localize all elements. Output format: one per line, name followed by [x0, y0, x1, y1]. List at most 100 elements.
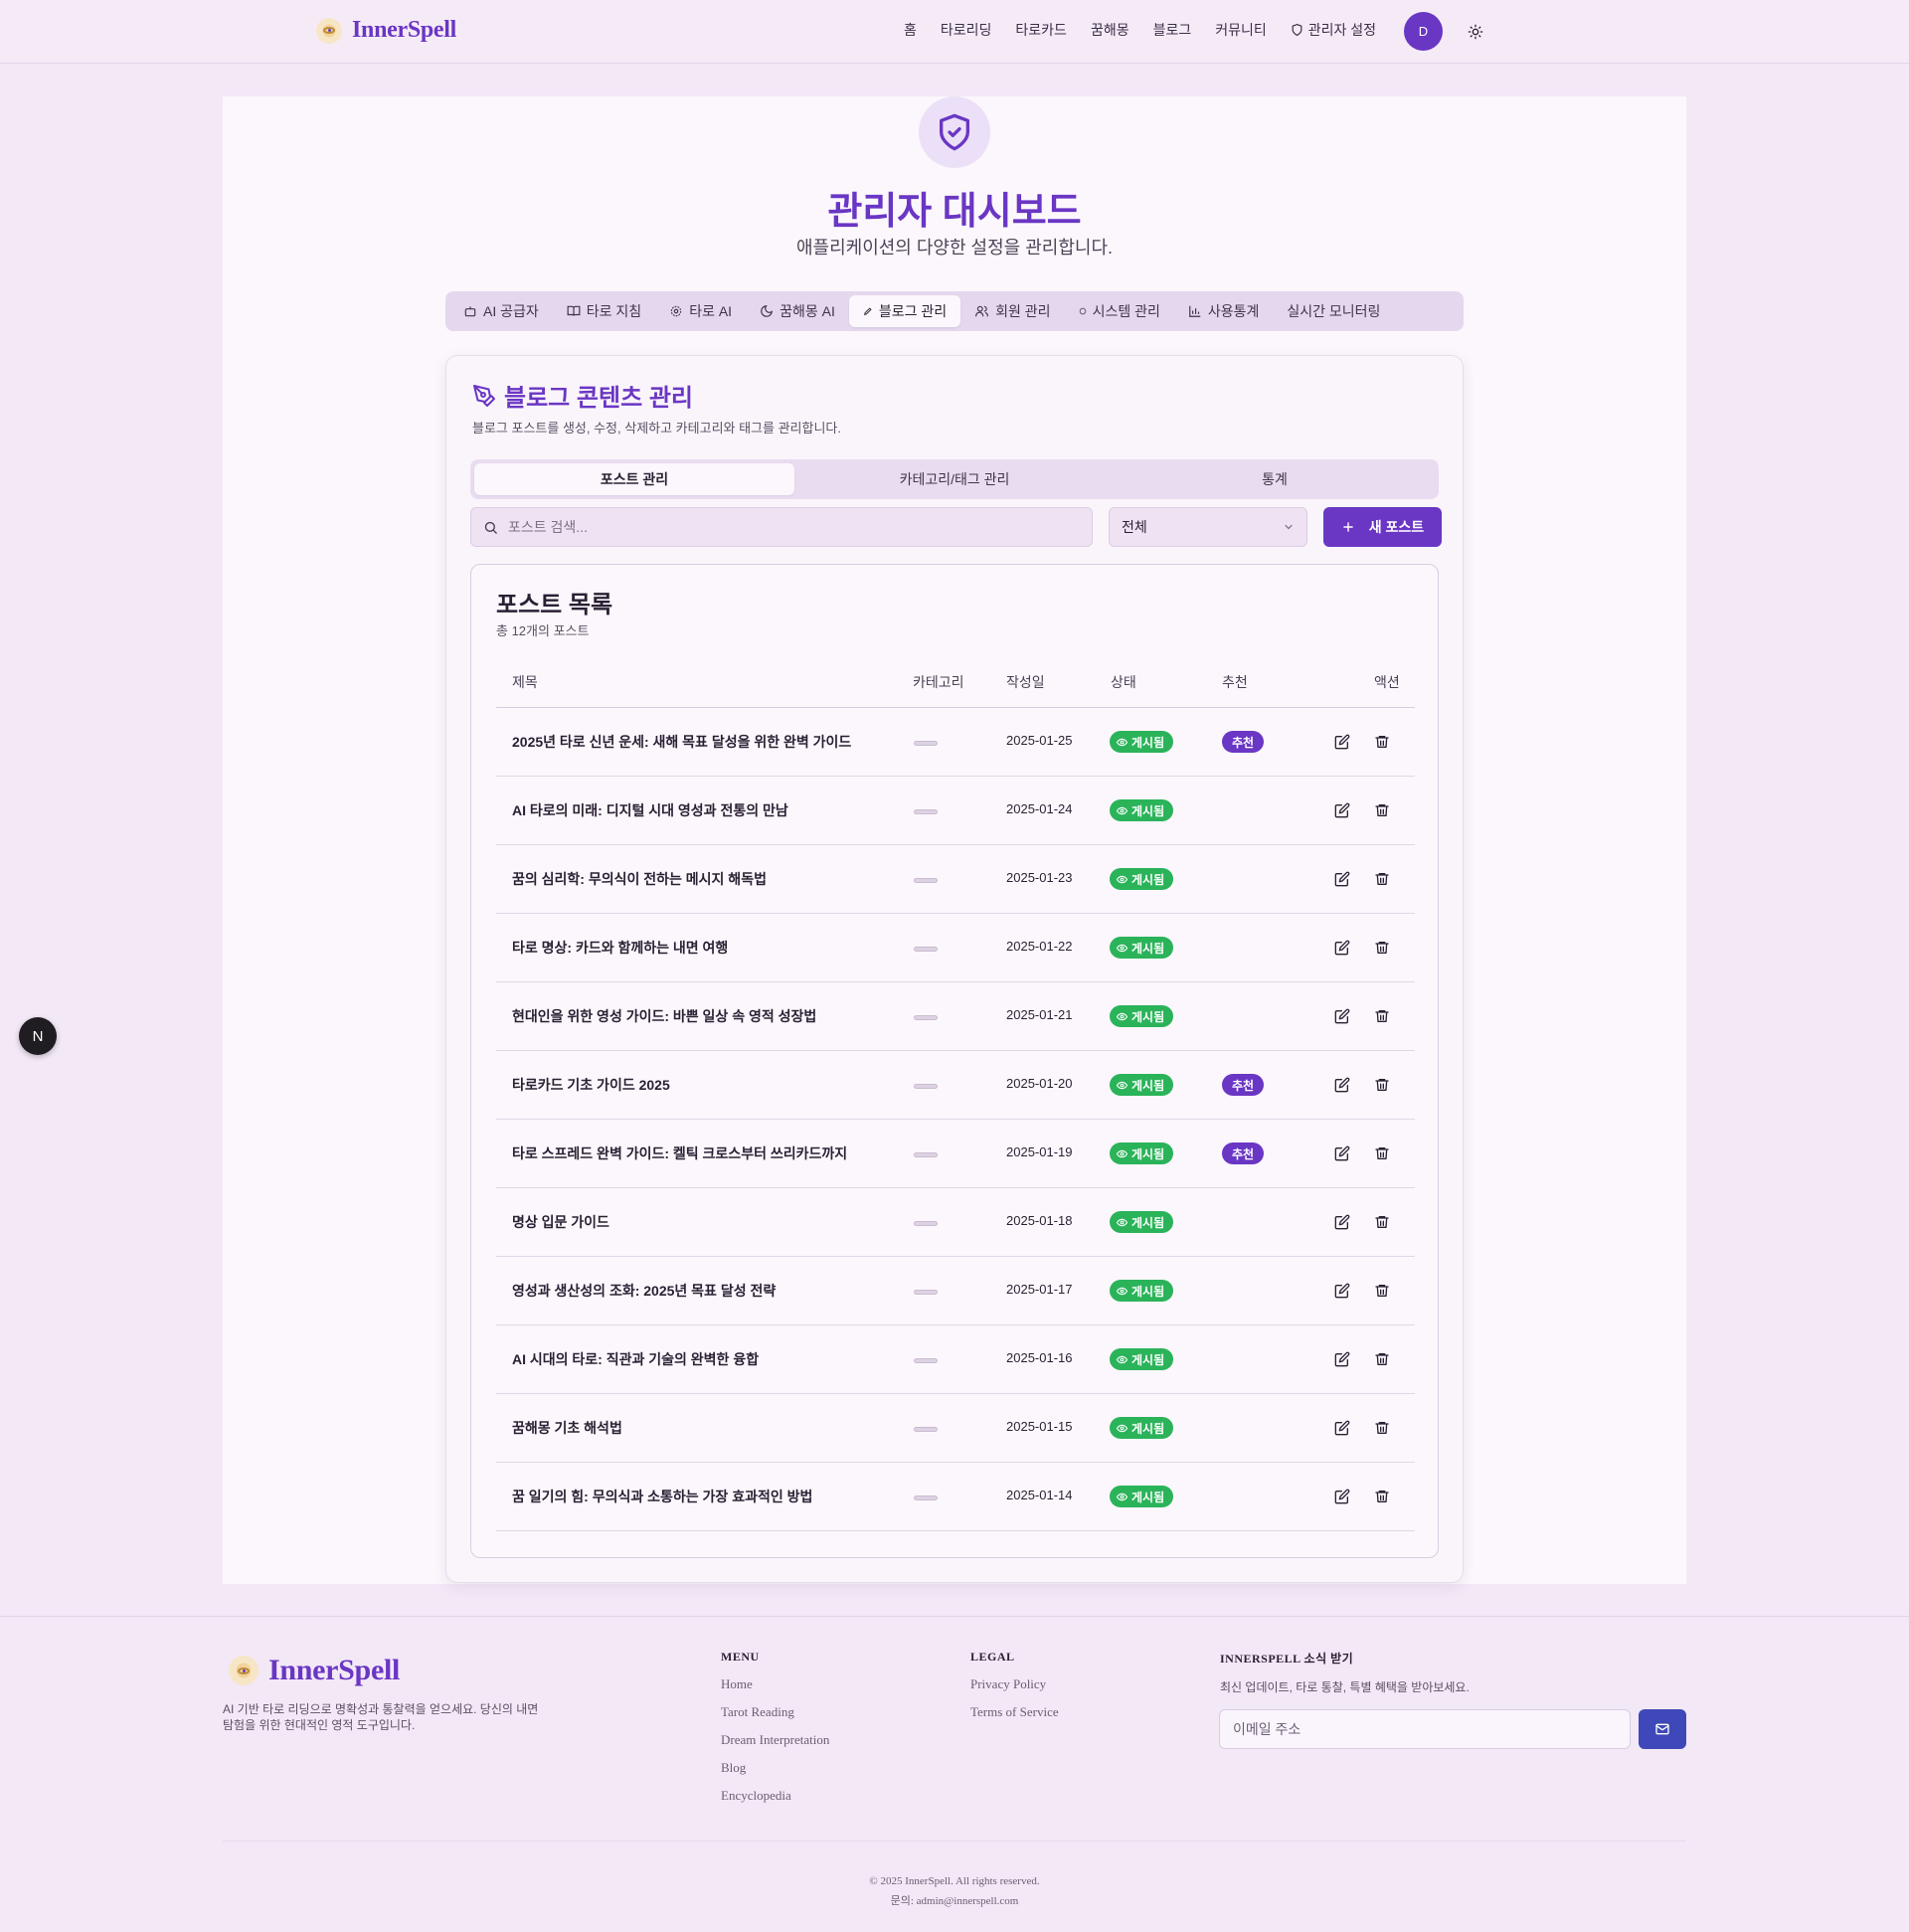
- status-label: 게시됨: [1131, 1215, 1165, 1230]
- tab-tarot-ai[interactable]: 타로 AI: [655, 295, 746, 327]
- table-row[interactable]: 명상 입문 가이드 2025-01-18 게시됨: [496, 1188, 1415, 1257]
- edit-post-button[interactable]: [1332, 1143, 1352, 1163]
- nav-item-tarot-reading[interactable]: 타로리딩: [941, 20, 992, 40]
- table-row[interactable]: AI 타로의 미래: 디지털 시대 영성과 전통의 만남 2025-01-24 게시…: [496, 777, 1415, 845]
- plus-icon: [1342, 522, 1353, 532]
- tab-blog-management[interactable]: 블로그 관리: [848, 295, 961, 327]
- nav-item-tarot-cards[interactable]: 타로카드: [1015, 20, 1067, 40]
- table-row[interactable]: 꿈해몽 기초 해석법 2025-01-15 게시됨: [496, 1394, 1415, 1463]
- table-row[interactable]: 2025년 타로 신년 운세: 새해 목표 달성을 위한 완벽 가이드 2025-…: [496, 708, 1415, 777]
- table-row[interactable]: 꿈 일기의 힘: 무의식과 소통하는 가장 효과적인 방법 2025-01-14 게…: [496, 1463, 1415, 1531]
- edit-post-button[interactable]: [1332, 800, 1352, 820]
- status-label: 게시됨: [1131, 1421, 1165, 1436]
- table-row[interactable]: 타로 명상: 카드와 함께하는 내면 여행 2025-01-22 게시됨: [496, 914, 1415, 982]
- theme-toggle-button[interactable]: [1466, 22, 1485, 42]
- post-date: 2025-01-19: [1006, 1144, 1073, 1159]
- footer-link-terms[interactable]: Terms of Service: [970, 1704, 1059, 1720]
- edit-post-button[interactable]: [1332, 1212, 1352, 1232]
- edit-post-button[interactable]: [1332, 1349, 1352, 1369]
- eye-icon: [1117, 1493, 1128, 1500]
- status-filter-select[interactable]: 전체: [1109, 507, 1307, 547]
- tab-post-management[interactable]: 포스트 관리: [474, 463, 794, 495]
- delete-post-button[interactable]: [1372, 800, 1392, 820]
- category-placeholder: [914, 1015, 938, 1020]
- user-avatar[interactable]: D: [1404, 12, 1443, 51]
- search-icon: [484, 521, 497, 534]
- delete-post-button[interactable]: [1372, 1418, 1392, 1438]
- table-row[interactable]: 현대인을 위한 영성 가이드: 바쁜 일상 속 영적 성장법 2025-01-21…: [496, 982, 1415, 1051]
- nav-item-admin-settings[interactable]: 관리자 설정: [1291, 20, 1376, 40]
- footer-link-home[interactable]: Home: [721, 1676, 829, 1692]
- edit-post-button[interactable]: [1332, 1487, 1352, 1506]
- nav-item-dream[interactable]: 꿈해몽: [1091, 20, 1129, 40]
- tab-member-management[interactable]: 회원 관리: [960, 295, 1064, 327]
- delete-post-button[interactable]: [1372, 1281, 1392, 1301]
- edit-icon: [1334, 1489, 1350, 1504]
- tab-statistics[interactable]: 통계: [1115, 463, 1435, 495]
- next-dev-badge[interactable]: N: [19, 1017, 57, 1055]
- footer-link-tarot-reading[interactable]: Tarot Reading: [721, 1704, 829, 1720]
- tab-system-management[interactable]: 시스템 관리: [1065, 295, 1174, 327]
- post-title: AI 타로의 미래: 디지털 시대 영성과 전통의 만남: [512, 802, 788, 818]
- footer-link-dream[interactable]: Dream Interpretation: [721, 1732, 829, 1748]
- subscribe-send-button[interactable]: [1639, 1709, 1686, 1749]
- delete-post-button[interactable]: [1372, 1487, 1392, 1506]
- footer-legal: LEGAL Privacy Policy Terms of Service: [970, 1650, 1059, 1732]
- trash-icon: [1375, 942, 1389, 954]
- footer-link-privacy[interactable]: Privacy Policy: [970, 1676, 1059, 1692]
- logo[interactable]: InnerSpell: [316, 17, 456, 44]
- email-input[interactable]: [1233, 1721, 1621, 1737]
- delete-post-button[interactable]: [1372, 869, 1392, 889]
- delete-post-button[interactable]: [1372, 1006, 1392, 1026]
- eye-icon: [1117, 1149, 1128, 1157]
- post-date: 2025-01-18: [1006, 1213, 1073, 1228]
- column-header-status: 상태: [1111, 674, 1136, 690]
- tab-label: 타로 지침: [586, 303, 642, 319]
- page-subtitle: 애플리케이션의 다양한 설정을 관리합니다.: [795, 238, 1114, 258]
- footer-link-encyclopedia[interactable]: Encyclopedia: [721, 1788, 829, 1804]
- delete-post-button[interactable]: [1372, 732, 1392, 752]
- category-placeholder: [914, 1221, 938, 1226]
- footer-logo[interactable]: InnerSpell: [229, 1654, 400, 1687]
- table-row[interactable]: AI 시대의 타로: 직관과 기술의 완벽한 융합 2025-01-16 게시됨: [496, 1325, 1415, 1394]
- table-row[interactable]: 타로 스프레드 완벽 가이드: 켈틱 크로스부터 쓰리카드까지 2025-01-1…: [496, 1120, 1415, 1188]
- post-date: 2025-01-17: [1006, 1282, 1073, 1297]
- users-icon: [975, 305, 989, 317]
- edit-post-button[interactable]: [1332, 1418, 1352, 1438]
- status-label: 게시됨: [1131, 1284, 1165, 1299]
- delete-post-button[interactable]: [1372, 938, 1392, 958]
- nav-item-blog[interactable]: 블로그: [1153, 20, 1192, 40]
- tab-usage-stats[interactable]: 사용통계: [1174, 295, 1274, 327]
- tab-label: 블로그 관리: [878, 303, 948, 319]
- edit-post-button[interactable]: [1332, 1281, 1352, 1301]
- table-row[interactable]: 영성과 생산성의 조화: 2025년 목표 달성 전략 2025-01-17 게시됨: [496, 1257, 1415, 1325]
- delete-post-button[interactable]: [1372, 1349, 1392, 1369]
- tab-dream-ai[interactable]: 꿈해몽 AI: [746, 295, 849, 327]
- edit-post-button[interactable]: [1332, 732, 1352, 752]
- delete-post-button[interactable]: [1372, 1212, 1392, 1232]
- tab-label: 실시간 모니터링: [1287, 303, 1381, 319]
- edit-post-button[interactable]: [1332, 869, 1352, 889]
- edit-post-button[interactable]: [1332, 1075, 1352, 1095]
- nav-item-home[interactable]: 홈: [904, 20, 917, 40]
- pen-icon: [863, 307, 872, 316]
- status-badge: 게시됨: [1110, 1486, 1174, 1507]
- footer-link-blog[interactable]: Blog: [721, 1760, 829, 1776]
- site-footer: InnerSpell AI 기반 타로 리딩으로 명확성과 통찰력을 얻으세요.…: [0, 1616, 1909, 1932]
- table-row[interactable]: 꿈의 심리학: 무의식이 전하는 메시지 해독법 2025-01-23 게시됨: [496, 845, 1415, 914]
- tab-category-tag-management[interactable]: 카테고리/태그 관리: [794, 463, 1115, 495]
- post-date: 2025-01-21: [1006, 1007, 1073, 1022]
- edit-post-button[interactable]: [1332, 938, 1352, 958]
- edit-post-button[interactable]: [1332, 1006, 1352, 1026]
- delete-post-button[interactable]: [1372, 1143, 1392, 1163]
- tab-ai-provider[interactable]: AI 공급자: [449, 295, 553, 327]
- new-post-button[interactable]: 새 포스트: [1323, 507, 1442, 547]
- tab-tarot-guidelines[interactable]: 타로 지침: [553, 295, 655, 327]
- post-search-input[interactable]: [508, 519, 1065, 535]
- featured-badge: 추천: [1222, 1142, 1265, 1164]
- edit-icon: [1334, 1283, 1350, 1299]
- delete-post-button[interactable]: [1372, 1075, 1392, 1095]
- table-row[interactable]: 타로카드 기초 가이드 2025 2025-01-20 게시됨 추천: [496, 1051, 1415, 1120]
- nav-item-community[interactable]: 커뮤니티: [1215, 20, 1267, 40]
- tab-realtime-monitoring[interactable]: 실시간 모니터링: [1273, 295, 1394, 327]
